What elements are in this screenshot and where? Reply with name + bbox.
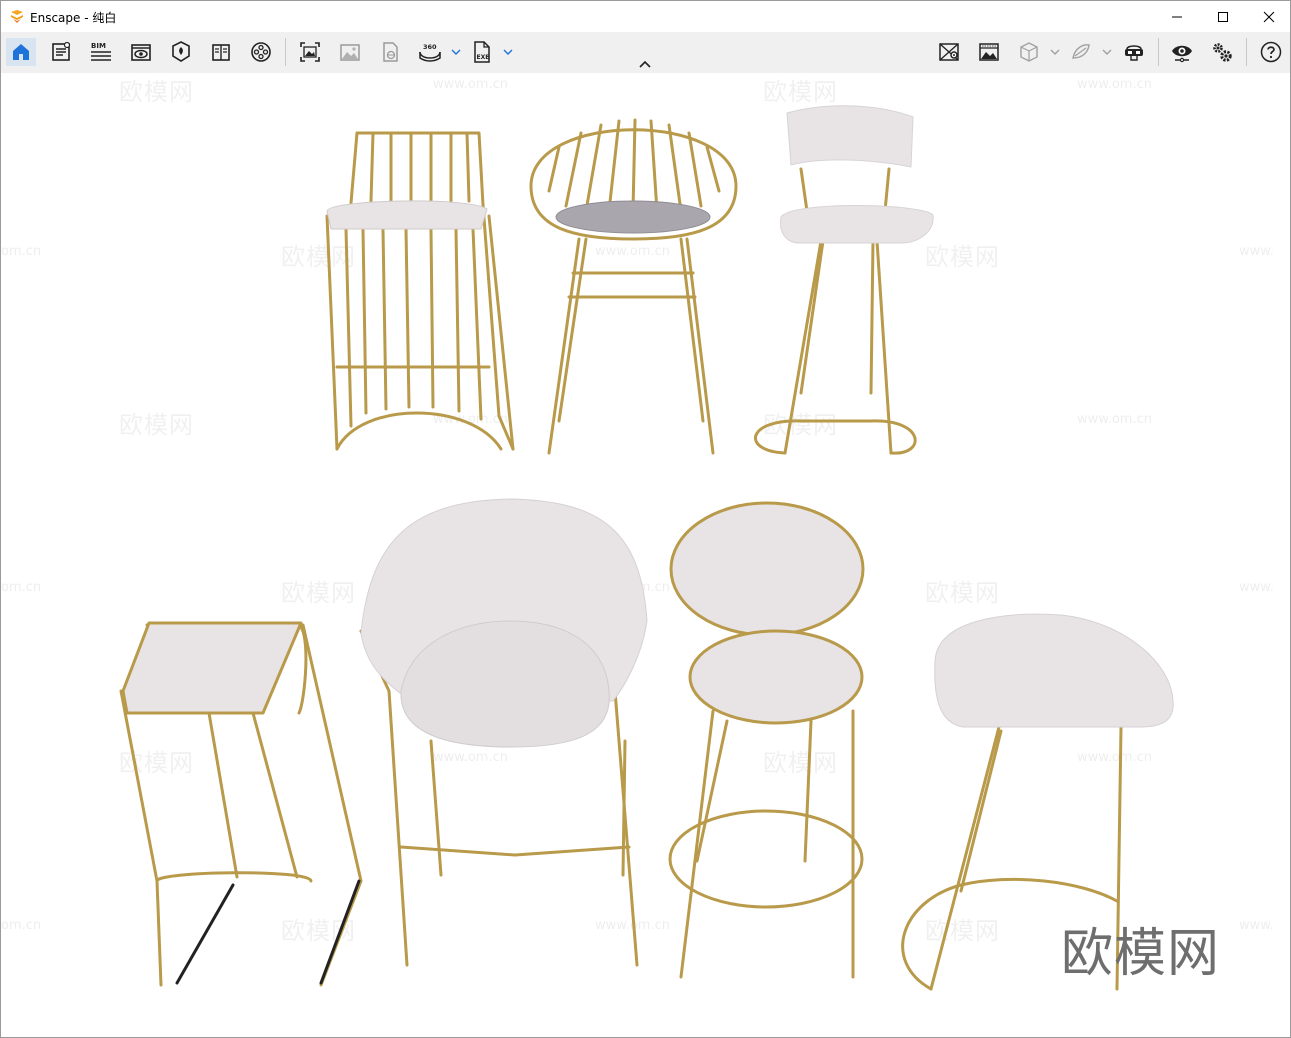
window-title: Enscape - 纯白: [30, 11, 117, 25]
asset-library-icon: [52, 41, 71, 61]
title-bar[interactable]: Enscape - 纯白: [1, 1, 1290, 32]
oval-stool-backrest: [669, 501, 865, 637]
screenshot-button[interactable]: [295, 38, 325, 66]
chair-models-scene: [119, 105, 1174, 991]
minimize-button[interactable]: [1154, 1, 1200, 32]
fabric-stool-backrest: [786, 105, 914, 168]
oval-back-bar-stool: [668, 709, 864, 979]
minimize-icon: [1172, 16, 1182, 17]
chevron-down-icon[interactable]: [503, 48, 513, 56]
help-button[interactable]: [1256, 38, 1286, 66]
bim-icon: BIM: [91, 42, 111, 61]
section-cube-button[interactable]: [1014, 38, 1044, 66]
map-button[interactable]: [934, 38, 964, 66]
panorama-360-button[interactable]: 360: [415, 38, 445, 66]
home-button[interactable]: [6, 38, 36, 66]
web-standalone-button[interactable]: [375, 38, 405, 66]
settings-icon: [1213, 43, 1232, 62]
map-icon: [939, 43, 959, 61]
book-icon: [212, 44, 230, 61]
material-editor-button[interactable]: [166, 38, 196, 66]
collapse-toolbar-icon[interactable]: [638, 59, 652, 69]
screenshot-icon: [300, 42, 320, 62]
orthographic-button[interactable]: [1066, 38, 1096, 66]
wire-stool-seat-cushion: [555, 200, 711, 234]
book-button[interactable]: [206, 38, 236, 66]
batch-render-icon: [340, 44, 360, 61]
maximize-icon: [1218, 11, 1228, 22]
settings-button[interactable]: [1207, 38, 1237, 66]
brand-watermark: 欧模网: [1061, 924, 1221, 984]
visibility-button[interactable]: [1167, 38, 1197, 66]
maximize-button[interactable]: [1200, 1, 1246, 32]
enscape-window: Enscape - 纯白 BIM 360 EXE 欧模网 欧模网 www.om.…: [0, 0, 1291, 1038]
rendering-preview-icon: [979, 43, 999, 61]
vr-headset-button[interactable]: [1119, 38, 1149, 66]
video-editor-button[interactable]: [246, 38, 276, 66]
orthographic-icon: [1072, 44, 1090, 59]
rendering-preview-button[interactable]: [974, 38, 1004, 66]
svg-text:EXE: EXE: [477, 54, 490, 61]
close-button[interactable]: [1246, 1, 1290, 32]
export-exe-button[interactable]: EXE: [467, 38, 497, 66]
oval-stool-seat: [688, 629, 864, 725]
chevron-down-icon[interactable]: [1102, 48, 1112, 56]
views-icon: [131, 44, 151, 61]
section-cube-icon: [1020, 42, 1038, 62]
eye-icon: [1172, 45, 1192, 63]
help-icon: [1260, 41, 1282, 63]
toolbar-separator: [285, 38, 286, 66]
material-editor-icon: [172, 41, 190, 62]
chevron-down-icon[interactable]: [451, 48, 461, 56]
panorama-360-icon: 360: [419, 43, 441, 62]
export-exe-icon: EXE: [474, 41, 490, 63]
cage-bar-stool: [325, 131, 515, 451]
asset-library-button[interactable]: [46, 38, 76, 66]
close-icon: [1263, 11, 1275, 22]
web-standalone-icon: [383, 42, 398, 62]
bim-button[interactable]: BIM: [86, 38, 116, 66]
batch-render-button[interactable]: [335, 38, 365, 66]
home-icon: [13, 44, 29, 60]
toolbar-separator: [1158, 38, 1159, 66]
enscape-logo-icon: [11, 10, 23, 23]
frame-stool-seat: [121, 621, 303, 715]
video-reel-icon: [251, 42, 271, 62]
cage-stool-seat-cushion: [326, 200, 488, 230]
toolbar-separator: [1246, 38, 1247, 66]
vr-headset-icon: [1125, 45, 1143, 61]
render-viewport[interactable]: 欧模网 欧模网 www.om.cn www.om.cn 欧模网 欧模网 om.c…: [1, 73, 1290, 1037]
fabric-stool-seat: [780, 205, 934, 244]
wire-back-bar-stool: [529, 118, 738, 455]
svg-text:BIM: BIM: [91, 42, 106, 50]
chevron-down-icon[interactable]: [1050, 48, 1060, 56]
saddle-stool-seat: [934, 613, 1174, 728]
svg-text:360: 360: [423, 43, 437, 51]
views-button[interactable]: [126, 38, 156, 66]
